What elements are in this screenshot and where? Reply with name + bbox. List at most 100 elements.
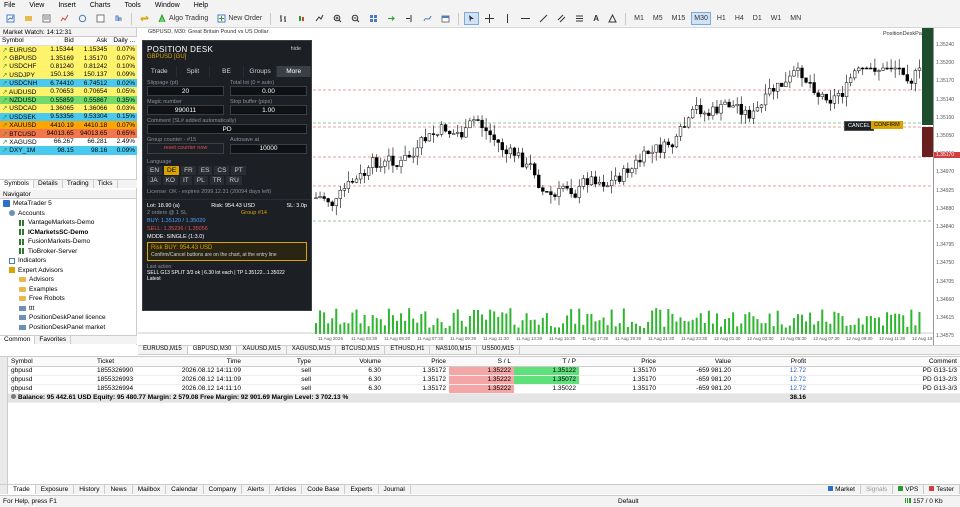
tf-d1[interactable]: D1 <box>750 12 765 25</box>
data-window-icon[interactable] <box>57 12 72 25</box>
text-tool-icon[interactable]: A <box>590 12 602 25</box>
market-watch-row[interactable]: ↗ EURUSD 1.15344 1.15345 0.07% <box>0 45 137 54</box>
ide-icon[interactable] <box>137 12 152 25</box>
tf-h4[interactable]: H4 <box>732 12 747 25</box>
nav-indicators[interactable]: Indicators <box>3 256 136 266</box>
desk-tab-split[interactable]: Split <box>177 66 211 77</box>
tab-articles[interactable]: Articles <box>270 485 303 494</box>
menu-charts[interactable]: Charts <box>90 2 111 9</box>
tile-windows-icon[interactable] <box>366 12 381 25</box>
chart-tab[interactable]: ETHUSD,H1 <box>385 346 431 354</box>
lang-en[interactable]: EN <box>147 166 163 175</box>
col-price[interactable]: Price <box>384 357 449 367</box>
tab-experts[interactable]: Experts <box>345 485 379 494</box>
nav-expert-item[interactable]: PositionDeskPanel licence <box>3 313 136 323</box>
autosave-input[interactable] <box>230 143 307 154</box>
crosshair-icon[interactable] <box>482 12 497 25</box>
trade-row[interactable]: gbpusd 1855326993 2026.08.12 14:11:09 sell 6… <box>8 375 960 385</box>
tester-button[interactable]: Tester <box>924 485 960 494</box>
nav-experts[interactable]: Expert Advisors <box>3 266 136 276</box>
trade-sl[interactable]: 1.35222 <box>449 366 514 376</box>
new-order-button[interactable]: New Order <box>214 12 265 25</box>
trade-row[interactable]: gbpusd 1855326990 2026.08.12 14:11:09 sell 6… <box>8 366 960 376</box>
menu-window[interactable]: Window <box>155 2 180 9</box>
slippage-input[interactable] <box>147 86 224 96</box>
tab-favorites[interactable]: Favorites <box>35 336 72 344</box>
line-chart-icon[interactable] <box>312 12 327 25</box>
chart-shift-icon[interactable] <box>402 12 417 25</box>
market-watch-row[interactable]: ↗ USDCAD 1.36065 1.36066 0.03% <box>0 104 137 113</box>
shapes-icon[interactable] <box>605 12 620 25</box>
tab-calendar[interactable]: Calendar <box>166 485 204 494</box>
col-current-price[interactable]: Price <box>579 357 659 367</box>
lang-fr[interactable]: FR <box>181 166 196 175</box>
desk-hide-button[interactable]: hide <box>291 46 301 52</box>
lang-cs[interactable]: CS <box>214 166 230 175</box>
tab-news[interactable]: News <box>105 485 133 494</box>
total-lot-input[interactable] <box>230 86 307 96</box>
signals-button[interactable]: Signals <box>861 485 894 494</box>
zoom-in-icon[interactable] <box>330 12 345 25</box>
col-comment[interactable]: Comment <box>809 357 960 367</box>
horizontal-line-icon[interactable] <box>518 12 533 25</box>
col-symbol[interactable]: Symbol <box>0 37 43 46</box>
menu-tools[interactable]: Tools <box>124 2 140 9</box>
reset-counter-button[interactable]: reset counter now <box>147 143 224 154</box>
auto-scroll-icon[interactable] <box>384 12 399 25</box>
confirm-button[interactable]: CONFIRM <box>871 121 903 129</box>
tf-m5[interactable]: M5 <box>650 12 666 25</box>
stop-buffer-input[interactable] <box>230 105 307 115</box>
new-chart-icon[interactable] <box>3 12 18 25</box>
chart-tab[interactable]: EURUSD,M15 <box>138 346 188 354</box>
market-watch-icon[interactable] <box>39 12 54 25</box>
col-tp[interactable]: T / P <box>514 357 579 367</box>
desk-tab-groups[interactable]: Groups <box>244 66 278 77</box>
market-watch-row[interactable]: ↗ XAGUSD 66.267 66.281 2.49% <box>0 137 137 147</box>
market-button[interactable]: Market <box>823 485 861 494</box>
market-watch-row[interactable]: ↗ USDCHF 0.81240 0.81242 0.10% <box>0 62 137 71</box>
lang-de[interactable]: DE <box>164 166 180 175</box>
chart-tab[interactable]: XAGUSD,M15 <box>287 346 337 354</box>
col-ask[interactable]: Ask <box>75 37 110 46</box>
chart-tab-active[interactable]: GBPUSD,M30 <box>187 346 238 354</box>
tab-exposure[interactable]: Exposure <box>36 485 75 494</box>
market-watch-row[interactable]: ↗ XAUUSD 4410.19 4410.18 0.07% <box>0 121 137 130</box>
tab-journal[interactable]: Journal <box>379 485 411 494</box>
trade-row[interactable]: gbpusd 1855326994 2026.08.12 14:11:10 sell 6… <box>8 384 960 394</box>
trade-tp[interactable]: 1.35122 <box>514 366 579 376</box>
col-bid[interactable]: Bid <box>42 37 76 46</box>
tab-mailbox[interactable]: Mailbox <box>133 485 167 494</box>
trade-tp[interactable]: 1.35022 <box>514 384 579 394</box>
lang-pl[interactable]: PL <box>193 176 208 185</box>
tab-trading[interactable]: Trading <box>63 180 94 188</box>
nav-account-item[interactable]: TioBroker-Server <box>3 247 136 257</box>
col-daily-change[interactable]: Daily ... <box>109 37 137 46</box>
lang-ru[interactable]: RU <box>226 176 242 185</box>
market-watch-row[interactable]: ↗ USDCNH 6.74410 6.74512 0.02% <box>0 79 137 88</box>
lang-tr[interactable]: TR <box>209 176 225 185</box>
menu-insert[interactable]: Insert <box>58 2 76 9</box>
candlestick-icon[interactable] <box>294 12 309 25</box>
lang-pt[interactable]: PT <box>231 166 246 175</box>
trade-sl[interactable]: 1.35222 <box>449 384 514 394</box>
col-type[interactable]: Type <box>244 357 314 367</box>
nav-expert-item[interactable]: Examples <box>3 285 136 295</box>
lang-es[interactable]: ES <box>197 166 213 175</box>
comment-input[interactable] <box>147 124 307 134</box>
market-watch-row[interactable]: ↗ DXY_1M 98.15 98.16 0.09% <box>0 146 137 155</box>
desk-tab-more[interactable]: More <box>277 66 311 77</box>
nav-account-item[interactable]: VantageMarkets-Demo <box>3 218 136 228</box>
tf-h1[interactable]: H1 <box>714 12 729 25</box>
tab-ticks[interactable]: Ticks <box>94 180 118 188</box>
magic-input[interactable] <box>147 105 224 115</box>
col-value[interactable]: Value <box>659 357 734 367</box>
nav-expert-item[interactable]: ttt <box>3 304 136 314</box>
tf-mn[interactable]: MN <box>787 12 804 25</box>
navigator-icon[interactable] <box>75 12 90 25</box>
col-time[interactable]: Time <box>164 357 244 367</box>
strategy-tester-icon[interactable] <box>111 12 126 25</box>
menu-view[interactable]: View <box>29 2 44 9</box>
col-ticket[interactable]: Ticket <box>94 357 164 367</box>
nav-root[interactable]: MetaTrader 5 <box>3 199 136 209</box>
indicators-icon[interactable] <box>420 12 435 25</box>
